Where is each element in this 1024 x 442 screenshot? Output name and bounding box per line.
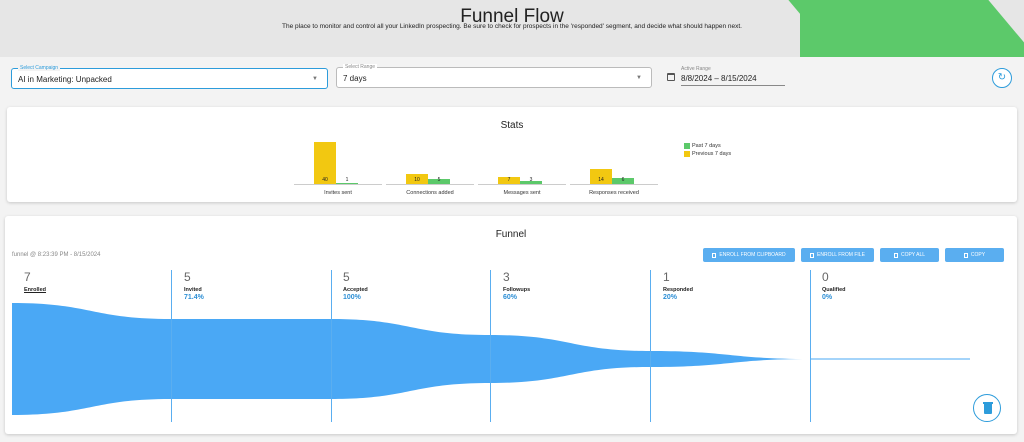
legend-item-past: Past 7 days [684,143,731,149]
stage-divider [810,270,811,422]
stage-divider [171,270,172,422]
bar-value-label: 10 [414,177,420,183]
range-select-label: Select Range [343,64,378,70]
campaign-select[interactable]: Select Campaign AI in Marketing: Unpacke… [11,65,328,89]
bar-value-label: 40 [322,177,328,183]
legend-item-previous: Previous 7 days [684,151,731,157]
stage-name: Responded [663,287,693,293]
stage-count: 5 [343,270,350,284]
stage-divider [650,270,651,422]
chart-baseline [570,184,658,185]
legend-swatch-past [684,143,690,149]
stage-percent: 60% [503,294,518,301]
stage-invited[interactable]: 5 Invited 71.4% [184,270,204,301]
delete-button[interactable] [973,394,1001,422]
bar-value-label: 5 [437,177,441,183]
stage-count: 5 [184,270,191,284]
page-subtitle: The place to monitor and control all you… [282,23,742,30]
stage-name: Qualified [822,287,846,293]
stage-name: Accepted [343,287,368,293]
trash-icon-body [984,404,992,414]
stage-divider [331,270,332,422]
bar-value-label: 1 [345,177,349,183]
calendar-icon [667,73,675,81]
legend-label-previous: Previous 7 days [692,151,732,157]
bar-value-label: 3 [529,177,533,183]
active-range-underline [681,85,785,86]
stage-percent: 71.4% [184,294,204,301]
stage-divider [490,270,491,422]
bar-past [336,182,358,184]
stage-count: 7 [24,270,31,284]
funnel-flow-shape [12,303,810,415]
bar-value-label: 6 [621,177,625,183]
refresh-icon: ↻ [997,72,1007,83]
category-label: Messages sent [503,190,541,196]
active-range-value: 8/8/2024 – 8/15/2024 [681,74,757,83]
active-range-field[interactable]: Active Range 8/8/2024 – 8/15/2024 [667,66,785,86]
stage-qualified[interactable]: 0 Qualified 0% [822,270,846,301]
stage-count: 1 [663,270,670,284]
chevron-down-icon: ▼ [636,75,642,81]
category-label: Invites sent [324,190,352,196]
chart-baseline [478,184,566,185]
stage-percent: 100% [343,294,361,301]
range-select-value: 7 days [343,74,367,83]
stage-percent: 0% [822,294,833,301]
category-label: Connections added [406,190,454,196]
stage-percent: 20% [663,294,678,301]
bar-value-label: 7 [507,177,511,183]
range-select[interactable]: Select Range 7 days ▼ [336,64,652,88]
stage-count: 3 [503,270,510,284]
legend-label-past: Past 7 days [692,143,721,149]
stage-name: Invited [184,287,202,293]
stage-responded[interactable]: 1 Responded 20% [663,270,693,301]
stage-enrolled[interactable]: 7 Enrolled [24,270,46,293]
page-header: Funnel Flow The place to monitor and con… [0,0,1024,57]
stage-accepted[interactable]: 5 Accepted 100% [343,270,368,301]
funnel-card: Funnel funnel @ 8:23:39 PM - 8/15/2024 E… [5,216,1017,434]
stats-legend: Past 7 days Previous 7 days [684,143,731,159]
refresh-button[interactable]: ↻ [992,68,1012,88]
stats-title: Stats [500,120,524,131]
legend-swatch-previous [684,151,690,157]
chevron-down-icon: ▼ [312,76,318,82]
campaign-select-value: AI in Marketing: Unpacked [18,75,112,84]
chart-baseline [294,184,382,185]
stage-name[interactable]: Enrolled [24,287,46,293]
funnel-flow-chart [12,303,970,415]
chart-baseline [386,184,474,185]
active-range-label: Active Range [681,66,711,72]
stage-name: Followups [503,287,531,293]
stats-card: Stats 40 1 Invites sent 10 5 Connections adde… [7,107,1017,202]
campaign-select-label: Select Campaign [18,65,61,71]
stage-count: 0 [822,270,829,284]
category-label: Responses received [589,190,639,196]
stage-followups[interactable]: 3 Followups 60% [503,270,530,301]
bar-value-label: 14 [598,177,604,183]
